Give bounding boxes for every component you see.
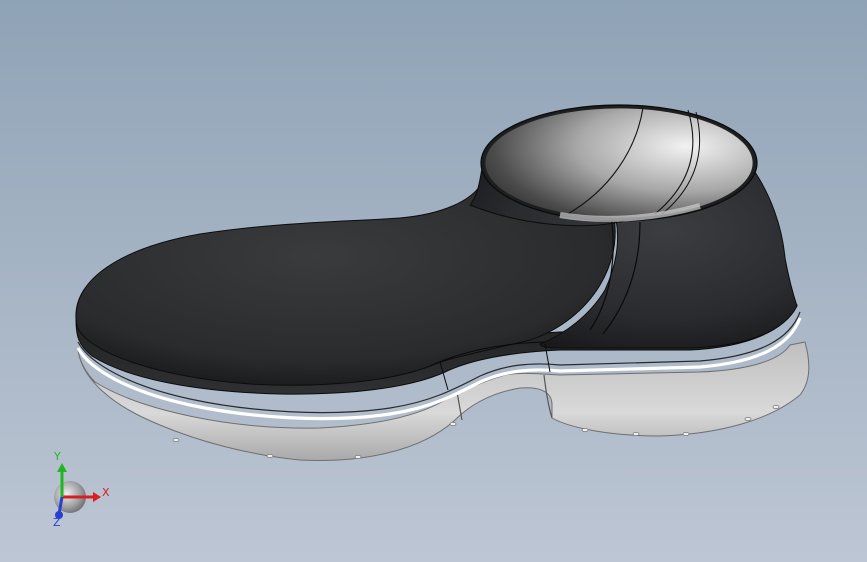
ankle-opening-lining[interactable]: [484, 107, 754, 219]
3d-scene[interactable]: X Y Z: [0, 0, 867, 562]
triad-z-label: Z: [53, 516, 61, 529]
triad-x-label: X: [102, 486, 110, 499]
triad-y-label: Y: [53, 450, 61, 463]
graphics-viewport[interactable]: X Y Z: [0, 0, 867, 562]
